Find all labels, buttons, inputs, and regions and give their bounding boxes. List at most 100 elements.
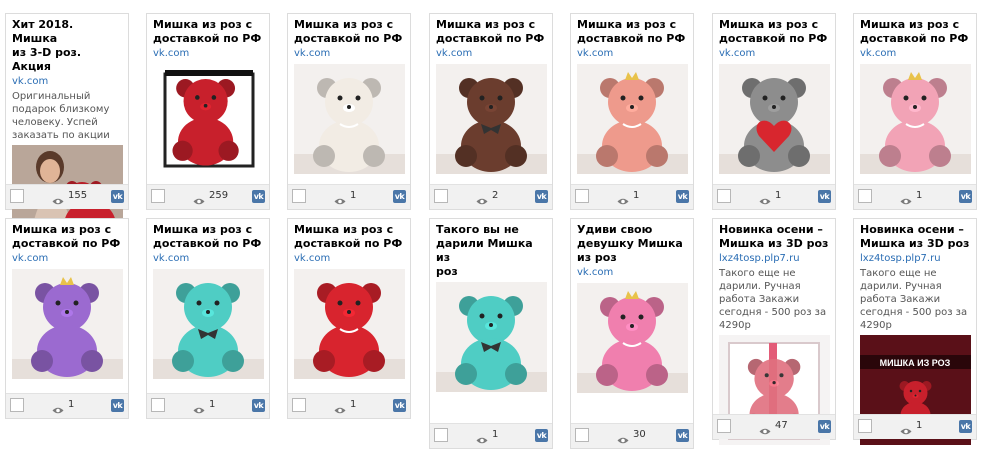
select-checkbox[interactable] xyxy=(858,189,872,203)
ad-title[interactable]: Такого вы не дарили Мишка из роз xyxy=(436,223,546,279)
ad-domain-link[interactable]: vk.com xyxy=(153,252,263,266)
vk-icon[interactable]: vk xyxy=(818,190,831,203)
select-checkbox[interactable] xyxy=(434,189,448,203)
ad-card[interactable]: Новинка осени – Мишка из 3D роз lxz4tosp… xyxy=(712,218,836,445)
ad-domain-link[interactable]: lxz4tosp.plp7.ru xyxy=(860,252,970,266)
select-checkbox[interactable] xyxy=(434,428,448,442)
eye-icon xyxy=(617,191,629,210)
ad-domain-link[interactable]: vk.com xyxy=(719,47,829,61)
ad-footer: 1 vk xyxy=(854,184,976,209)
vk-icon[interactable]: vk xyxy=(959,190,972,203)
ad-image[interactable] xyxy=(294,64,405,174)
vk-icon[interactable]: vk xyxy=(252,399,265,412)
ad-title[interactable]: Мишка из роз с доставкой по РФ xyxy=(294,18,404,46)
ad-card[interactable]: Мишка из роз с доставкой по РФ vk.com 25… xyxy=(146,13,270,210)
ad-image[interactable] xyxy=(12,269,123,379)
ad-title[interactable]: Мишка из роз с доставкой по РФ xyxy=(294,223,404,251)
ad-domain-link[interactable]: vk.com xyxy=(577,47,687,61)
eye-icon xyxy=(900,421,912,440)
ad-image[interactable] xyxy=(577,64,688,174)
ad-title[interactable]: Мишка из роз с доставкой по РФ xyxy=(153,223,263,251)
ad-domain-link[interactable]: lxz4tosp.plp7.ru xyxy=(719,252,829,266)
ad-card[interactable]: Хит 2018. Мишка из 3-D роз. Акция vk.com… xyxy=(5,13,129,255)
select-checkbox[interactable] xyxy=(575,189,589,203)
vk-icon[interactable]: vk xyxy=(252,190,265,203)
ad-title[interactable]: Мишка из роз с доставкой по РФ xyxy=(577,18,687,46)
select-checkbox[interactable] xyxy=(717,419,731,433)
eye-icon xyxy=(759,421,771,440)
vk-icon[interactable]: vk xyxy=(111,190,124,203)
ad-domain-link[interactable]: vk.com xyxy=(294,47,404,61)
vk-icon[interactable]: vk xyxy=(393,190,406,203)
select-checkbox[interactable] xyxy=(10,189,24,203)
ad-card[interactable]: Такого вы не дарили Мишка из роз 1 vk xyxy=(429,218,553,449)
ad-card[interactable]: Новинка осени – Мишка из 3D роз lxz4tosp… xyxy=(853,218,977,445)
ad-title[interactable]: Мишка из роз с доставкой по РФ xyxy=(436,18,546,46)
ad-card[interactable]: Удиви свою девушку Мишка из роз vk.com 3… xyxy=(570,218,694,449)
ad-image[interactable] xyxy=(577,283,688,393)
select-checkbox[interactable] xyxy=(292,398,306,412)
vk-icon[interactable]: vk xyxy=(111,399,124,412)
ad-image[interactable] xyxy=(294,269,405,379)
ad-domain-link[interactable]: vk.com xyxy=(860,47,970,61)
ad-card[interactable]: Мишка из роз с доставкой по РФ vk.com 1 … xyxy=(287,13,411,210)
ad-footer: 1 vk xyxy=(571,184,693,209)
ad-title[interactable]: Мишка из роз с доставкой по РФ xyxy=(12,223,122,251)
ad-domain-link[interactable]: vk.com xyxy=(12,252,122,266)
ad-footer: 155 vk xyxy=(6,184,128,209)
ad-footer: 30 vk xyxy=(571,423,693,448)
vk-icon[interactable]: vk xyxy=(676,429,689,442)
select-checkbox[interactable] xyxy=(717,189,731,203)
ad-description: Такого еще не дарили. Ручная работа Зака… xyxy=(719,268,827,331)
ad-image[interactable] xyxy=(153,64,264,174)
ad-card[interactable]: Мишка из роз с доставкой по РФ vk.com 1 … xyxy=(570,13,694,210)
ad-image[interactable] xyxy=(719,64,830,174)
ad-card[interactable]: Мишка из роз с доставкой по РФ vk.com 1 … xyxy=(5,218,129,419)
ad-card[interactable]: Мишка из роз с доставкой по РФ vk.com 1 … xyxy=(146,218,270,419)
view-count: 1 xyxy=(916,190,923,201)
ad-title[interactable]: Мишка из роз с доставкой по РФ xyxy=(860,18,970,46)
vk-icon[interactable]: vk xyxy=(393,399,406,412)
ad-footer: 1 vk xyxy=(430,423,552,448)
vk-icon[interactable]: vk xyxy=(535,429,548,442)
ad-title[interactable]: Удиви свою девушку Мишка из роз xyxy=(577,223,687,265)
eye-icon xyxy=(617,430,629,449)
select-checkbox[interactable] xyxy=(858,419,872,433)
ad-domain-link[interactable]: vk.com xyxy=(436,47,546,61)
select-checkbox[interactable] xyxy=(292,189,306,203)
view-count: 1 xyxy=(68,399,75,410)
ad-description: Оригинальный подарок близкому человеку. … xyxy=(12,91,110,141)
ad-domain-link[interactable]: vk.com xyxy=(577,266,687,280)
ad-card[interactable]: Мишка из роз с доставкой по РФ vk.com 1 … xyxy=(287,218,411,419)
ad-title[interactable]: Новинка осени – Мишка из 3D роз xyxy=(719,223,829,251)
select-checkbox[interactable] xyxy=(10,398,24,412)
view-count: 1 xyxy=(775,190,782,201)
ad-title[interactable]: Мишка из роз с доставкой по РФ xyxy=(719,18,829,46)
ad-domain-link[interactable]: vk.com xyxy=(294,252,404,266)
ad-image[interactable] xyxy=(436,64,547,174)
view-count: 155 xyxy=(68,190,88,201)
ad-domain-link[interactable]: vk.com xyxy=(12,75,122,89)
eye-icon xyxy=(52,400,64,419)
vk-icon[interactable]: vk xyxy=(535,190,548,203)
ad-image[interactable] xyxy=(860,64,971,174)
select-checkbox[interactable] xyxy=(151,398,165,412)
ad-title[interactable]: Новинка осени – Мишка из 3D роз xyxy=(860,223,970,251)
ad-footer: 1 vk xyxy=(288,184,410,209)
ad-image[interactable] xyxy=(436,282,547,392)
ad-card[interactable]: Мишка из роз с доставкой по РФ vk.com 1 … xyxy=(712,13,836,210)
select-checkbox[interactable] xyxy=(151,189,165,203)
vk-icon[interactable]: vk xyxy=(676,190,689,203)
ad-image[interactable] xyxy=(153,269,264,379)
ad-card[interactable]: Мишка из роз с доставкой по РФ vk.com 2 … xyxy=(429,13,553,210)
select-checkbox[interactable] xyxy=(575,428,589,442)
ad-card[interactable]: Мишка из роз с доставкой по РФ vk.com 1 … xyxy=(853,13,977,210)
ad-domain-link[interactable]: vk.com xyxy=(153,47,263,61)
vk-icon[interactable]: vk xyxy=(818,420,831,433)
view-count: 259 xyxy=(209,190,229,201)
ad-title[interactable]: Мишка из роз с доставкой по РФ xyxy=(153,18,263,46)
view-count: 1 xyxy=(209,399,216,410)
vk-icon[interactable]: vk xyxy=(959,420,972,433)
ad-title[interactable]: Хит 2018. Мишка из 3-D роз. Акция xyxy=(12,18,122,74)
eye-icon xyxy=(900,191,912,210)
